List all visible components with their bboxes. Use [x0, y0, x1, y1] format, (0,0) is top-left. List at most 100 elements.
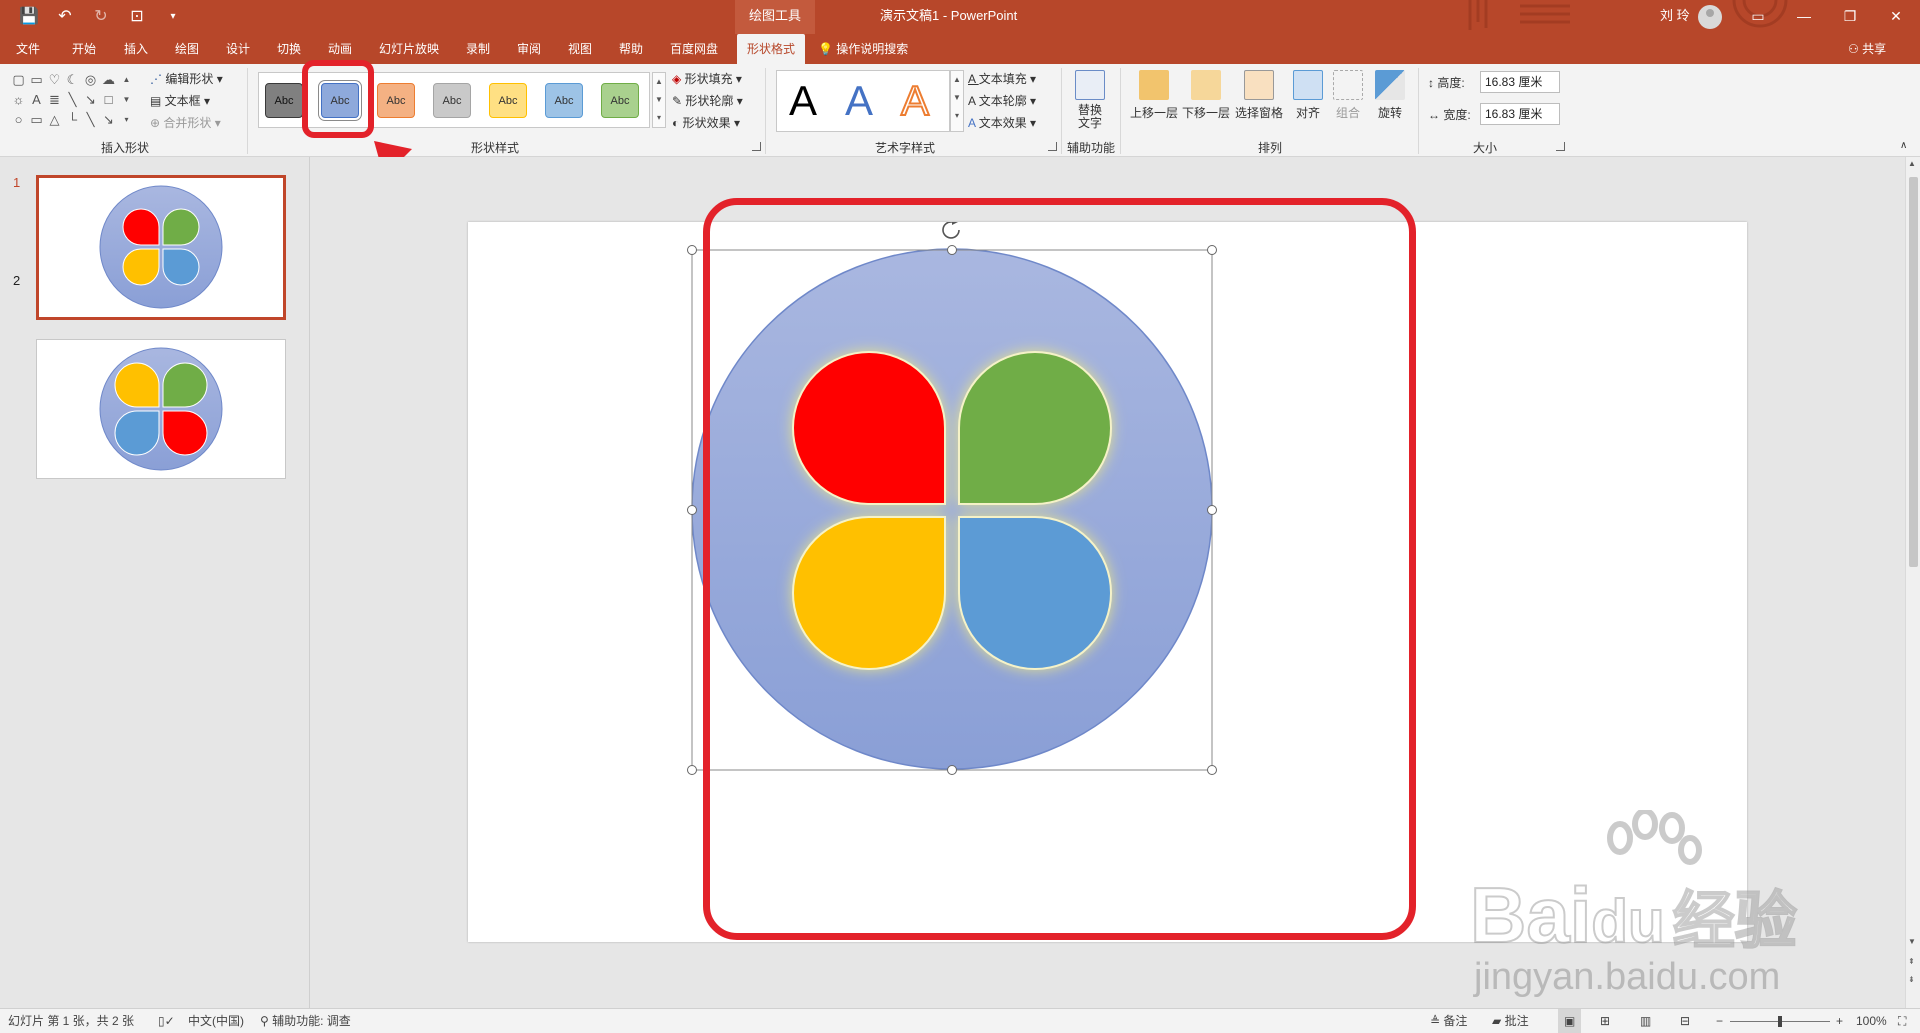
language-status[interactable]: 中文(中国) [188, 1009, 244, 1033]
rounded-rect-shape-icon[interactable]: ▢ [10, 70, 27, 89]
slide-thumbnail-2[interactable] [36, 339, 286, 479]
arrow-line-shape-icon[interactable]: ↘ [82, 90, 99, 109]
align-button[interactable]: 对齐 [1290, 70, 1326, 121]
zoom-level[interactable]: 100% [1856, 1009, 1887, 1033]
redo-icon[interactable]: ↻ [90, 6, 112, 28]
tell-me-search[interactable]: 💡 操作说明搜索 [818, 34, 908, 64]
undo-icon[interactable]: ↶ [54, 6, 76, 28]
shape-outline-button[interactable]: ✎ 形状轮廓 ▾ [672, 92, 743, 109]
wordart-launcher-icon[interactable] [1048, 142, 1057, 151]
shape-fill-button[interactable]: ◈ 形状填充 ▾ [672, 70, 742, 87]
restore-button[interactable]: ❐ [1827, 0, 1873, 34]
ribbon-display-options-button[interactable]: ▭ [1735, 0, 1781, 34]
round-rect2-shape-icon[interactable]: ▭ [28, 110, 45, 129]
resize-handle[interactable] [687, 245, 697, 255]
zoom-slider-thumb[interactable] [1778, 1016, 1782, 1027]
slide-sorter-view-button[interactable]: ⊞ [1600, 1009, 1610, 1033]
send-backward-button[interactable]: 下移一层 [1180, 70, 1232, 121]
save-icon[interactable]: 💾 [18, 6, 40, 28]
snip-rect-shape-icon[interactable]: ▭ [28, 70, 45, 89]
line-shape-icon[interactable]: ╲ [64, 90, 81, 109]
merge-shapes-button[interactable]: ⊕ 合并形状 ▾ [150, 114, 221, 131]
selection-pane-button[interactable]: 选择窗格 [1232, 70, 1286, 121]
text-fill-button[interactable]: A 文本填充 ▾ [968, 70, 1036, 87]
size-launcher-icon[interactable] [1556, 142, 1565, 151]
textbox-shape-icon[interactable]: A [28, 90, 45, 109]
collapse-ribbon-icon[interactable]: ∧ [1900, 140, 1907, 151]
normal-view-button[interactable]: ▣ [1558, 1009, 1582, 1033]
shape-styles-launcher-icon[interactable] [752, 142, 761, 151]
oval-shape-icon[interactable]: ○ [10, 110, 27, 129]
minimize-button[interactable]: — [1781, 0, 1827, 34]
rotate-button[interactable]: 旋转 [1372, 70, 1408, 121]
resize-handle[interactable] [687, 765, 697, 775]
shape-effects-button[interactable]: ◐ 形状效果 ▾ [672, 114, 740, 131]
scroll-down-icon[interactable]: ▼ [1908, 937, 1916, 946]
tab-transitions[interactable]: 切换 [267, 34, 311, 64]
shape-style-swatch[interactable]: Abc [433, 83, 471, 118]
wordart-orange-outline-sample[interactable]: A [900, 75, 930, 127]
close-button[interactable]: ✕ [1873, 0, 1919, 34]
triangle-shape-icon[interactable]: △ [46, 110, 63, 129]
zoom-in-button[interactable]: + [1836, 1009, 1843, 1033]
tab-insert[interactable]: 插入 [114, 34, 158, 64]
scrollbar-thumb[interactable] [1909, 177, 1918, 567]
shape-style-swatch[interactable]: Abc [265, 83, 303, 118]
elbow-connector-shape-icon[interactable]: └ [64, 110, 81, 129]
customize-qat-icon[interactable]: ▾ [162, 6, 184, 28]
shapes-scroll-up-icon[interactable]: ▲ [118, 70, 135, 89]
bring-forward-button[interactable]: 上移一层 [1128, 70, 1180, 121]
text-effects-button[interactable]: A 文本效果 ▾ [968, 114, 1036, 131]
sun-shape-icon[interactable]: ☼ [10, 90, 27, 109]
tab-file[interactable]: 文件 [6, 34, 50, 64]
tab-review[interactable]: 审阅 [507, 34, 551, 64]
user-name[interactable]: 刘 玲 [1660, 0, 1690, 32]
tab-design[interactable]: 设计 [216, 34, 260, 64]
slideshow-view-button[interactable]: ⊟ [1680, 1009, 1690, 1033]
zoom-out-button[interactable]: − [1716, 1009, 1723, 1033]
arrow-connector-shape-icon[interactable]: ↘ [100, 110, 117, 129]
notes-button[interactable]: ≜ 备注 [1430, 1009, 1467, 1033]
scroll-up-icon[interactable]: ▲ [1908, 159, 1916, 168]
height-input[interactable]: 16.83 厘米 [1480, 71, 1560, 93]
shape-style-swatch[interactable]: Abc [489, 83, 527, 118]
shape-style-swatch[interactable]: Abc [377, 83, 415, 118]
reading-view-button[interactable]: ▥ [1640, 1009, 1651, 1033]
share-button[interactable]: ⚇ 共享 [1848, 34, 1886, 64]
resize-handle[interactable] [687, 505, 697, 515]
accessibility-status[interactable]: ⚲ 辅助功能: 调查 [260, 1009, 351, 1033]
shapes-gallery[interactable]: ▢ ▭ ♡ ☾ ◎ ☁ ▲ ☼ A ≣ ╲ ↘ □ ▼ ○ ▭ △ └ ╲ ↘ … [10, 70, 138, 132]
tab-help[interactable]: 帮助 [609, 34, 653, 64]
tab-baidu-netdisk[interactable]: 百度网盘 [660, 34, 728, 64]
wordart-gallery-scroll[interactable]: ▲ ▼ ▾ [950, 70, 964, 132]
connector-shape-icon[interactable]: ╲ [82, 110, 99, 129]
width-input[interactable]: 16.83 厘米 [1480, 103, 1560, 125]
edit-shape-button[interactable]: ⋰ 编辑形状 ▾ [150, 70, 223, 87]
shapes-scroll-down-icon[interactable]: ▼ [118, 90, 135, 109]
comments-button[interactable]: ▰ 批注 [1492, 1009, 1529, 1033]
wordart-blue-sample[interactable]: A [845, 75, 873, 127]
start-from-beginning-icon[interactable]: ⊡ [126, 6, 148, 28]
tab-shape-format[interactable]: 形状格式 [737, 34, 806, 64]
rectangle-shape-icon[interactable]: □ [100, 90, 117, 109]
tab-slideshow[interactable]: 幻灯片放映 [369, 34, 449, 64]
heart-shape-icon[interactable]: ♡ [46, 70, 63, 89]
user-avatar[interactable] [1698, 5, 1722, 29]
slide-thumbnail-1[interactable] [36, 175, 286, 320]
vertical-scrollbar[interactable]: ▲ ▼ ⇞ ⇟ [1905, 157, 1920, 1008]
wordart-black-sample[interactable]: A [789, 75, 817, 127]
tab-record[interactable]: 录制 [456, 34, 500, 64]
styles-gallery-scroll[interactable]: ▲ ▼ ▾ [652, 72, 666, 128]
previous-slide-icon[interactable]: ⇞ [1908, 957, 1915, 966]
text-outline-button[interactable]: A 文本轮廓 ▾ [968, 92, 1036, 109]
cloud-shape-icon[interactable]: ☁ [100, 70, 117, 89]
fit-to-window-icon[interactable]: ⛶ [1898, 1009, 1906, 1033]
shape-style-swatch[interactable]: Abc [545, 83, 583, 118]
next-slide-icon[interactable]: ⇟ [1908, 975, 1915, 984]
group-button[interactable]: 组合 [1330, 70, 1366, 121]
vertical-textbox-shape-icon[interactable]: ≣ [46, 90, 63, 109]
tab-view[interactable]: 视图 [558, 34, 602, 64]
shape-style-swatch[interactable]: Abc [601, 83, 639, 118]
alt-text-button[interactable]: 替换 文字 [1068, 70, 1112, 130]
text-box-button[interactable]: ▤ 文本框 ▾ [150, 92, 210, 109]
